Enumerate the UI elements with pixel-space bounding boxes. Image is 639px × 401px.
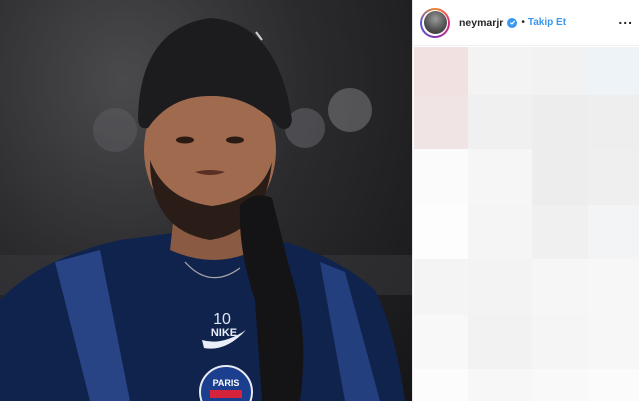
blurred-cell [532,205,588,259]
blurred-cell [532,259,588,315]
blurred-cell [468,259,532,315]
jersey-number: 10 [213,311,231,328]
blurred-cell [588,369,639,401]
blurred-cell [468,95,532,149]
avatar-ring [422,9,448,36]
brand-text: NIKE [211,327,237,339]
blurred-cell [414,149,468,205]
eye [176,136,194,144]
blurred-cell [588,149,639,205]
username[interactable]: neymarjr [459,17,503,29]
blurred-cell [532,315,588,369]
blurred-cell [468,205,532,259]
club-text: PARIS [213,378,240,388]
blurred-cell [532,369,588,401]
post-header: neymarjr • Takip Et ... [413,0,639,46]
blurred-comments-area [414,47,639,401]
blurred-cell [414,259,468,315]
blurred-cell [588,95,639,149]
avatar-image [423,11,447,34]
blurred-cell [532,149,588,205]
bokeh-light [328,88,372,132]
blurred-cell [532,47,588,95]
player-photo-illustration: 10 NIKE PARIS [0,18,412,401]
blurred-cell [588,47,639,95]
eye [226,136,244,144]
post-photo[interactable]: 10 NIKE PARIS [0,0,412,401]
blurred-cell [588,315,639,369]
more-options-icon[interactable]: ... [618,11,633,27]
blurred-cell [414,315,468,369]
profile-avatar-icon[interactable] [420,7,450,38]
blurred-cell [468,315,532,369]
blurred-cell [468,369,532,401]
blurred-cell [532,95,588,149]
blurred-cell [588,259,639,315]
blurred-cell [414,95,468,149]
blurred-cell [468,149,532,205]
blurred-cell [414,369,468,401]
blurred-cell [588,205,639,259]
crest-stripe [210,390,242,398]
verified-badge-icon [507,17,518,28]
separator-dot: • [521,17,525,28]
instagram-post: 10 NIKE PARIS neymarjr • Takip Et ... [0,0,639,401]
blurred-cell [414,205,468,259]
follow-button[interactable]: Takip Et [528,17,566,28]
blurred-cell [414,47,468,95]
blurred-cell [468,47,532,95]
post-side-panel: neymarjr • Takip Et ... [412,0,639,401]
bokeh-light [93,108,137,152]
